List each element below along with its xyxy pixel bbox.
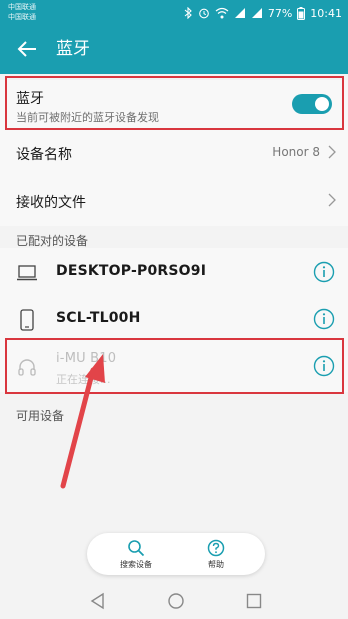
search-devices-button[interactable]: 搜索设备 (106, 539, 166, 573)
help-button[interactable]: 帮助 (186, 539, 246, 573)
search-icon (128, 540, 145, 557)
received-files-label: 接收的文件 (16, 195, 86, 211)
back-button[interactable] (14, 36, 40, 62)
bluetooth-icon (184, 7, 192, 19)
device-name-label: 设备名称 (16, 147, 72, 163)
carrier-label: 中国联通 (8, 13, 36, 21)
info-icon[interactable] (313, 308, 335, 330)
chevron-right-icon (328, 193, 336, 207)
help-label: 帮助 (208, 560, 224, 569)
device-name: DESKTOP-P0RSO9I (56, 263, 207, 279)
paired-devices-heading: 已配对的设备 (16, 234, 89, 248)
info-icon[interactable] (313, 261, 335, 283)
title-bar: 蓝牙 (0, 30, 348, 70)
nav-back-icon[interactable] (88, 591, 108, 611)
paired-device-row[interactable]: SCL-TL00H (0, 295, 348, 343)
battery-icon (297, 6, 306, 20)
signal-icon (234, 8, 245, 18)
signal-icon (251, 8, 262, 18)
page-title: 蓝牙 (56, 39, 90, 59)
app-bar: 中国联通 中国联通 77% 10:41 蓝牙 (0, 0, 348, 74)
annotation-box (5, 76, 344, 130)
clock: 10:41 (310, 6, 342, 20)
nav-recent-icon[interactable] (244, 591, 264, 611)
status-indicators: 77% 10:41 (184, 5, 342, 21)
device-name: SCL-TL00H (56, 310, 141, 326)
battery-percent: 77% (267, 6, 293, 20)
device-name-value: Honor 8 (272, 145, 320, 159)
wifi-icon (215, 7, 229, 19)
device-name-row[interactable]: 设备名称 Honor 8 (0, 130, 348, 178)
status-bar: 中国联通 中国联通 77% 10:41 (0, 0, 348, 26)
help-icon (207, 539, 225, 557)
received-files-row[interactable]: 接收的文件 (0, 178, 348, 226)
phone-icon (16, 309, 38, 331)
annotation-box (5, 338, 344, 394)
paired-device-row[interactable]: DESKTOP-P0RSO9I (0, 248, 348, 296)
alarm-icon (198, 8, 209, 19)
chevron-right-icon (328, 145, 336, 159)
available-devices-heading: 可用设备 (16, 409, 65, 423)
search-devices-label: 搜索设备 (120, 560, 152, 569)
system-navigation-bar (0, 582, 348, 619)
arrow-left-icon (17, 41, 36, 57)
carrier-label: 中国联通 (8, 3, 36, 11)
laptop-icon (16, 262, 38, 284)
nav-home-icon[interactable] (166, 591, 186, 611)
bottom-action-bar: 搜索设备 帮助 (87, 533, 265, 575)
